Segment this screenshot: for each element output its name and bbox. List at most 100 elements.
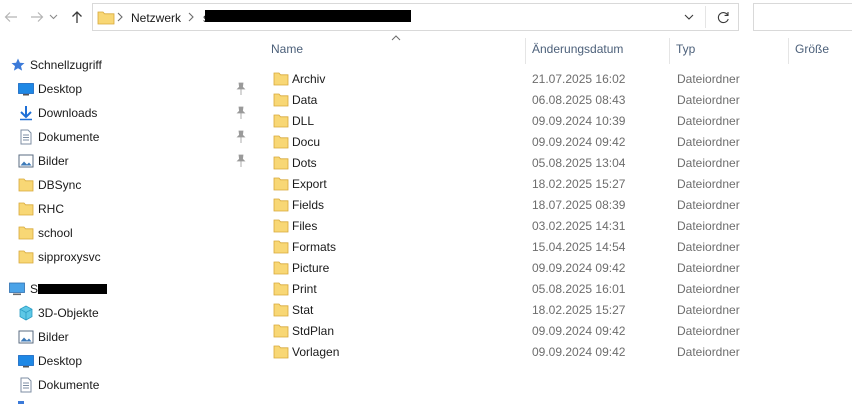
pin-icon[interactable] [235, 130, 247, 144]
folder-icon [273, 93, 289, 107]
file-date: 18.02.2025 15:27 [532, 303, 626, 317]
pin-icon[interactable] [235, 106, 247, 120]
file-row[interactable]: Export 18.02.2025 15:27 Dateiordner [257, 173, 852, 194]
sidebar-item-label: Dokumente [38, 130, 100, 144]
file-name: Vorlagen [292, 345, 340, 359]
divider [705, 6, 706, 28]
sidebar-item-pc-bilder[interactable]: Bilder [0, 325, 256, 349]
folder-icon [273, 156, 289, 170]
file-row[interactable]: Stat 18.02.2025 15:27 Dateiordner [257, 299, 852, 320]
file-type: Dateiordner [677, 114, 740, 128]
chevron-down-icon [684, 14, 694, 20]
3d-objects-icon [19, 305, 33, 321]
sidebar-item-label: Dokumente [38, 378, 100, 392]
desktop-icon [18, 83, 34, 96]
file-date: 05.08.2025 16:01 [532, 282, 626, 296]
desktop-icon [18, 355, 34, 368]
documents-icon [20, 377, 32, 393]
sidebar-item-sipproxysvc[interactable]: sipproxysvc [0, 245, 256, 269]
file-type: Dateiordner [677, 72, 740, 86]
file-row[interactable]: Files 03.02.2025 14:31 Dateiordner [257, 215, 852, 236]
computer-icon [9, 282, 25, 296]
file-date: 09.09.2024 09:42 [532, 135, 626, 149]
file-type: Dateiordner [677, 303, 740, 317]
file-name: Files [292, 219, 318, 233]
file-type: Dateiordner [677, 156, 740, 170]
file-list: Name Änderungsdatum Typ Größe Archiv 21.… [257, 35, 852, 404]
sidebar-quick-access[interactable]: Schnellzugriff [0, 53, 256, 77]
sidebar-item-label: DBSync [38, 178, 82, 192]
sidebar-item-label: school [38, 226, 73, 240]
file-row[interactable]: Picture 09.09.2024 09:42 Dateiordner [257, 257, 852, 278]
file-row[interactable]: StdPlan 09.09.2024 09:42 Dateiordner [257, 320, 852, 341]
file-row[interactable]: Docu 09.09.2024 09:42 Dateiordner [257, 131, 852, 152]
sidebar-item-downloads[interactable]: Downloads [0, 101, 256, 125]
folder-icon [273, 345, 289, 359]
sidebar-item-desktop[interactable]: Desktop [0, 77, 256, 101]
sidebar-item-school[interactable]: school [0, 221, 256, 245]
file-row[interactable]: Dots 05.08.2025 13:04 Dateiordner [257, 152, 852, 173]
sidebar-item-3d-objekte[interactable]: 3D-Objekte [0, 301, 256, 325]
file-row[interactable]: Fields 18.07.2025 08:39 Dateiordner [257, 194, 852, 215]
refresh-button[interactable] [713, 7, 733, 27]
file-row[interactable]: DLL 09.09.2024 10:39 Dateiordner [257, 110, 852, 131]
file-name: DLL [292, 114, 315, 128]
sidebar-item-bilder[interactable]: Bilder [0, 149, 256, 173]
sidebar-this-pc[interactable]: S [0, 277, 256, 301]
file-date: 09.09.2024 10:39 [532, 114, 626, 128]
file-name: Stat [292, 303, 314, 317]
folder-icon [18, 226, 34, 240]
file-type: Dateiordner [677, 177, 740, 191]
forward-button[interactable] [26, 6, 48, 28]
chevron-down-icon [49, 14, 57, 20]
documents-icon [20, 129, 32, 145]
search-input[interactable] [753, 3, 852, 31]
breadcrumb-netzwerk[interactable]: Netzwerk [131, 11, 181, 25]
file-name: Print [292, 282, 317, 296]
sidebar-item-label: Bilder [38, 154, 69, 168]
address-history-dropdown[interactable] [679, 8, 699, 26]
file-date: 18.07.2025 08:39 [532, 198, 626, 212]
file-name: Dots [292, 156, 317, 170]
address-bar[interactable]: Netzwerk s w school o [92, 3, 739, 31]
file-name: Data [292, 93, 318, 107]
file-name: Archiv [292, 72, 326, 86]
file-date: 06.08.2025 08:43 [532, 93, 626, 107]
sidebar-item-dokumente[interactable]: Dokumente [0, 125, 256, 149]
file-row[interactable]: Formats 15.04.2025 14:54 Dateiordner [257, 236, 852, 257]
file-name: Formats [292, 240, 337, 254]
back-button[interactable] [0, 6, 22, 28]
column-header-name[interactable]: Name [271, 42, 303, 56]
sidebar-item-pc-desktop[interactable]: Desktop [0, 349, 256, 373]
file-row[interactable]: Print 05.08.2025 16:01 Dateiordner [257, 278, 852, 299]
sidebar-item-pc-dokumente[interactable]: Dokumente [0, 373, 256, 397]
column-divider[interactable] [788, 38, 789, 64]
column-divider[interactable] [525, 38, 526, 64]
pin-icon[interactable] [235, 82, 247, 96]
folder-icon [273, 177, 289, 191]
sidebar-item-dbsync[interactable]: DBSync [0, 173, 256, 197]
chevron-right-icon [117, 12, 123, 22]
recent-locations-button[interactable] [46, 6, 60, 28]
file-row[interactable]: Archiv 21.07.2025 16:02 Dateiordner [257, 68, 852, 89]
folder-icon [18, 250, 34, 264]
column-header-date[interactable]: Änderungsdatum [532, 42, 623, 56]
file-row[interactable]: Vorlagen 09.09.2024 09:42 Dateiordner [257, 341, 852, 362]
column-header-type[interactable]: Typ [676, 42, 695, 56]
sort-ascending-icon [391, 35, 401, 41]
navigation-bar: Netzwerk s w school o [0, 0, 852, 36]
folder-icon [273, 261, 289, 275]
file-type: Dateiordner [677, 240, 740, 254]
sidebar-item-rhc[interactable]: RHC [0, 197, 256, 221]
file-type: Dateiordner [677, 198, 740, 212]
file-row[interactable]: Data 06.08.2025 08:43 Dateiordner [257, 89, 852, 110]
folder-icon [273, 324, 289, 338]
pictures-icon [18, 330, 34, 344]
pin-icon[interactable] [235, 154, 247, 168]
folder-icon [18, 178, 34, 192]
column-header-size[interactable]: Größe [795, 42, 829, 56]
file-name: Docu [292, 135, 321, 149]
column-divider[interactable] [669, 38, 670, 64]
up-button[interactable] [66, 6, 88, 28]
download-icon [20, 106, 32, 121]
